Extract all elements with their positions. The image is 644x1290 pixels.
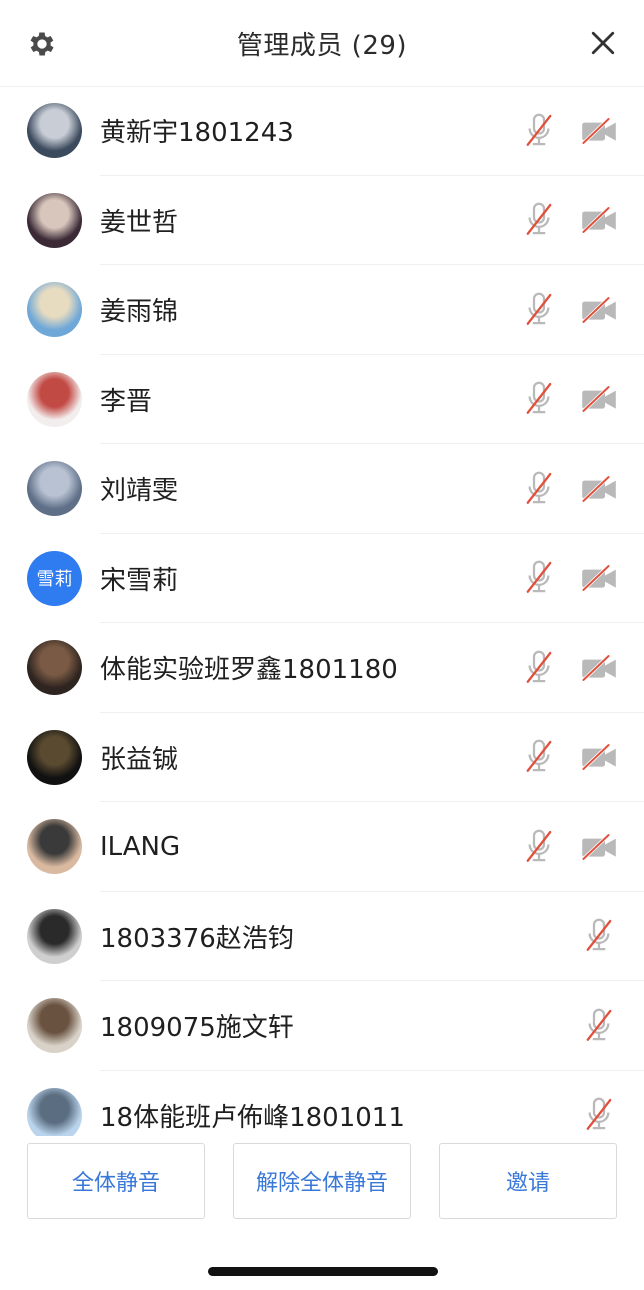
mic-muted-icon[interactable] [584,1007,614,1045]
member-name: 李晋 [100,386,153,417]
member-row[interactable]: ILANG [0,802,644,892]
mic-muted-icon[interactable] [524,291,554,329]
avatar: 雪莉 [27,550,82,606]
member-name: 姜雨锦 [100,297,179,328]
mic-muted-icon[interactable] [524,201,554,239]
gear-icon[interactable] [26,28,58,60]
mic-muted-icon[interactable] [584,917,614,955]
header: 管理成员 (29) [0,0,644,87]
avatar [27,998,82,1054]
avatar [27,103,82,159]
member-name: 18体能班卢佈峰1801011 [100,1102,405,1133]
member-row[interactable]: 姜雨锦 [0,265,644,355]
avatar-initials: 雪莉 [36,569,73,591]
mic-muted-icon[interactable] [524,559,554,597]
camera-off-icon[interactable] [581,563,617,593]
member-name: 宋雪莉 [100,565,179,596]
member-name: 姜世哲 [100,207,179,238]
close-icon[interactable] [590,30,616,56]
camera-off-icon[interactable] [581,653,617,683]
member-name: 1809075施文轩 [100,1013,294,1044]
member-name: 张益铖 [100,744,179,775]
member-row[interactable]: 18体能班卢佈峰1801011 [0,1071,644,1136]
invite-button[interactable]: 邀请 [439,1143,617,1219]
member-row[interactable]: 姜世哲 [0,176,644,265]
mic-muted-icon[interactable] [524,470,554,508]
mic-muted-icon[interactable] [524,380,554,418]
camera-off-icon[interactable] [581,116,617,146]
unmute-all-button[interactable]: 解除全体静音 [233,1143,411,1219]
member-name: ILANG [100,831,181,862]
member-name: 体能实验班罗鑫1801180 [100,655,398,686]
member-row[interactable]: 1803376赵浩钧 [0,892,644,981]
member-row[interactable]: 雪莉 宋雪莉 [0,534,644,623]
member-name: 刘靖雯 [100,476,179,507]
mic-muted-icon[interactable] [524,649,554,687]
camera-off-icon[interactable] [581,474,617,504]
avatar [27,908,82,964]
avatar [27,819,82,875]
avatar [27,640,82,696]
mic-muted-icon[interactable] [524,112,554,150]
member-row[interactable]: 体能实验班罗鑫1801180 [0,623,644,713]
member-row[interactable]: 张益铖 [0,713,644,802]
page-title: 管理成员 (29) [236,30,408,61]
camera-off-icon[interactable] [581,295,617,325]
avatar [27,282,82,338]
avatar [27,461,82,517]
mute-all-button[interactable]: 全体静音 [27,1143,205,1219]
member-list: 黄新宇1801243 姜世哲姜雨锦李晋刘靖雯雪莉 宋雪莉体能实验班罗鑫1801180… [0,86,644,1136]
member-row[interactable]: 1809075施文轩 [0,981,644,1071]
camera-off-icon[interactable] [581,742,617,772]
member-row[interactable]: 黄新宇1801243 [0,86,644,176]
mic-muted-icon[interactable] [584,1096,614,1134]
camera-off-icon[interactable] [581,205,617,235]
camera-off-icon[interactable] [581,832,617,862]
avatar [27,729,82,785]
avatar [27,1087,82,1136]
member-name: 黄新宇1801243 [100,118,294,149]
mic-muted-icon[interactable] [524,738,554,776]
mic-muted-icon[interactable] [524,828,554,866]
avatar [27,192,82,248]
member-row[interactable]: 刘靖雯 [0,444,644,534]
home-indicator [208,1267,438,1276]
camera-off-icon[interactable] [581,384,617,414]
manage-members-sheet: 管理成员 (29) 黄新宇1801243 姜世哲姜雨锦李晋刘靖雯雪莉 宋雪莉体能实验… [0,0,644,1290]
member-row[interactable]: 李晋 [0,355,644,444]
avatar [27,371,82,427]
action-bar: 全体静音 解除全体静音 邀请 [27,1143,617,1219]
member-name: 1803376赵浩钧 [100,923,294,954]
